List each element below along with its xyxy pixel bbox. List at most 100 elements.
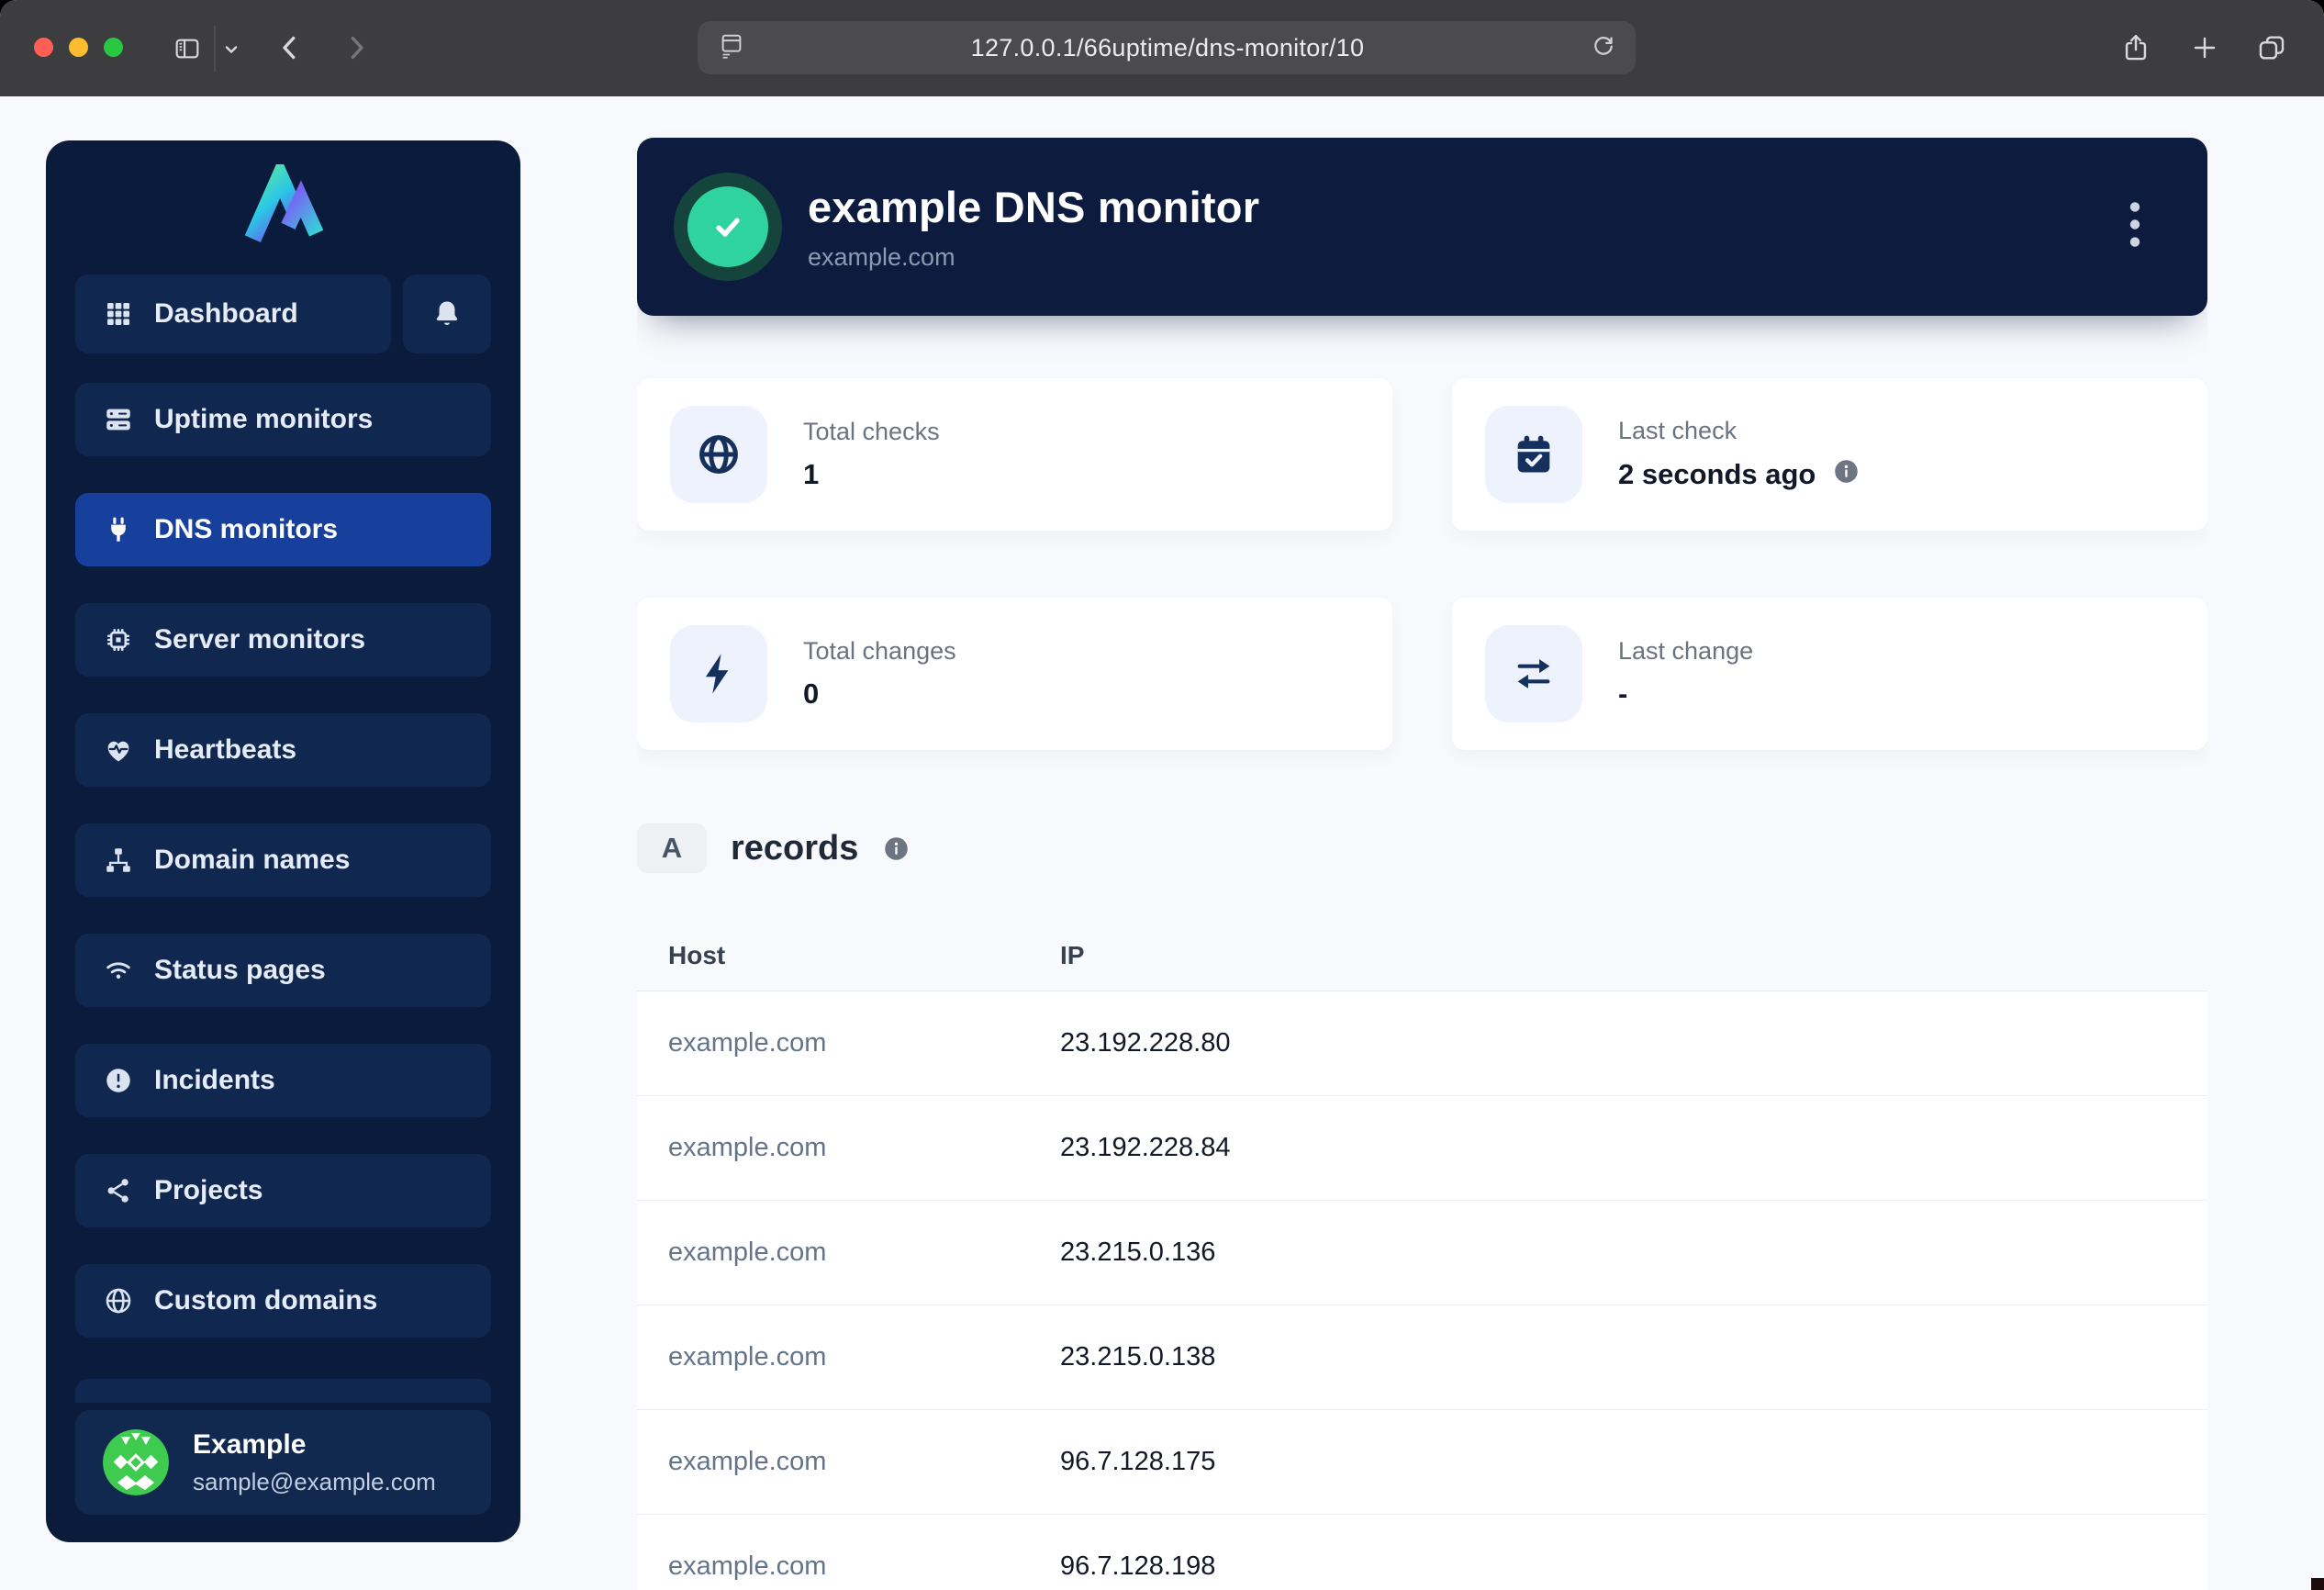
ip-cell: 23.215.0.138 — [1060, 1342, 2176, 1372]
user-name: Example — [193, 1429, 436, 1461]
table-row: example.com 23.215.0.136 — [637, 1201, 2207, 1305]
avatar — [103, 1429, 169, 1495]
minimize-window-button[interactable] — [69, 38, 88, 57]
stat-label: Last check — [1618, 417, 1860, 445]
app-page: Dashboard — [0, 96, 2324, 1590]
table-row: example.com 96.7.128.175 — [637, 1410, 2207, 1515]
sidebar-item-heartbeats[interactable]: Heartbeats — [75, 713, 491, 787]
table-row: example.com 23.192.228.84 — [637, 1096, 2207, 1201]
user-account-card[interactable]: Example sample@example.com — [75, 1410, 491, 1515]
calendar-check-icon — [1485, 406, 1582, 503]
url-text[interactable]: 127.0.0.1/66uptime/dns-monitor/10 — [745, 34, 1590, 62]
sidebar-nav: Uptime monitors DNS monitors — [75, 383, 491, 1338]
table-row: example.com 23.192.228.80 — [637, 991, 2207, 1096]
sidebar-item-label: Domain names — [154, 845, 350, 876]
host-cell: example.com — [668, 1551, 1060, 1582]
forward-button[interactable] — [340, 31, 373, 64]
toolbar-divider — [214, 26, 216, 72]
stat-card-last-change: Last change - — [1452, 598, 2207, 750]
sidebar-item-status-pages[interactable]: Status pages — [75, 934, 491, 1007]
tabs-overview-icon[interactable] — [2256, 32, 2287, 63]
monitor-domain: example.com — [808, 243, 1259, 272]
host-cell: example.com — [668, 1133, 1060, 1163]
server-stack-icon — [103, 404, 134, 435]
sidebar-item-dns-monitors[interactable]: DNS monitors — [75, 493, 491, 566]
host-cell: example.com — [668, 1237, 1060, 1268]
records-section-header: A records — [637, 823, 2207, 873]
records-table: Host IP example.com 23.192.228.80 exampl… — [637, 920, 2207, 1590]
bolt-icon — [670, 625, 767, 722]
bell-icon — [431, 298, 463, 330]
sidebar-item-partial[interactable] — [75, 1379, 491, 1403]
stat-value: - — [1618, 677, 1753, 711]
notifications-button[interactable] — [403, 274, 491, 353]
stat-card-last-check: Last check 2 seconds ago — [1452, 378, 2207, 531]
share-icon[interactable] — [2120, 32, 2151, 63]
sidebar-item-dashboard[interactable]: Dashboard — [75, 274, 391, 353]
app-logo[interactable] — [46, 164, 520, 252]
table-header-row: Host IP — [637, 920, 2207, 991]
reload-icon[interactable] — [1590, 32, 1617, 64]
info-icon[interactable] — [1832, 457, 1860, 493]
ip-cell: 23.192.228.84 — [1060, 1133, 2176, 1163]
record-type-badge: A — [637, 823, 707, 873]
wifi-icon — [103, 955, 134, 986]
user-email: sample@example.com — [193, 1468, 436, 1496]
stat-label: Total changes — [803, 637, 956, 666]
table-row: example.com 23.215.0.138 — [637, 1305, 2207, 1410]
records-title: records — [731, 829, 858, 868]
check-circle-icon — [687, 186, 768, 267]
ip-cell: 96.7.128.175 — [1060, 1447, 2176, 1477]
address-bar[interactable]: 127.0.0.1/66uptime/dns-monitor/10 — [698, 21, 1636, 74]
page-settings-icon[interactable] — [718, 32, 745, 64]
sidebar-item-label: Projects — [154, 1175, 263, 1206]
table-row: example.com 96.7.128.198 — [637, 1515, 2207, 1590]
sidebar-item-projects[interactable]: Projects — [75, 1154, 491, 1227]
ip-cell: 23.215.0.136 — [1060, 1237, 2176, 1268]
ip-cell: 96.7.128.198 — [1060, 1551, 2176, 1582]
arrows-right-left-icon — [1485, 625, 1582, 722]
chip-icon — [103, 624, 134, 655]
sidebar-item-label: DNS monitors — [154, 514, 338, 545]
sidebar-item-label: Custom domains — [154, 1285, 377, 1316]
alert-circle-icon — [103, 1065, 134, 1096]
ip-cell: 23.192.228.80 — [1060, 1028, 2176, 1058]
plug-icon — [103, 514, 134, 545]
sidebar-item-incidents[interactable]: Incidents — [75, 1044, 491, 1117]
column-header-host: Host — [668, 941, 1060, 970]
share-nodes-icon — [103, 1175, 134, 1206]
stat-card-total-checks: Total checks 1 — [637, 378, 1392, 531]
browser-toolbar: 127.0.0.1/66uptime/dns-monitor/10 — [0, 0, 2324, 96]
globe-icon — [103, 1285, 134, 1316]
sidebar-item-label: Incidents — [154, 1065, 275, 1096]
sidebar-item-server-monitors[interactable]: Server monitors — [75, 603, 491, 677]
sitemap-icon — [103, 845, 134, 876]
sidebar-item-domain-names[interactable]: Domain names — [75, 823, 491, 897]
column-header-ip: IP — [1060, 941, 2176, 970]
new-tab-icon[interactable] — [2190, 33, 2219, 62]
sidebar-item-uptime-monitors[interactable]: Uptime monitors — [75, 383, 491, 456]
stat-value: 0 — [803, 677, 956, 711]
stat-label: Last change — [1618, 637, 1753, 666]
browser-window: 127.0.0.1/66uptime/dns-monitor/10 — [0, 0, 2324, 1590]
chevron-down-icon[interactable] — [220, 39, 242, 61]
back-button[interactable] — [274, 31, 307, 64]
main-content: example DNS monitor example.com — [637, 96, 2207, 1590]
stat-value: 1 — [803, 458, 940, 491]
stat-value: 2 seconds ago — [1618, 458, 1816, 491]
host-cell: example.com — [668, 1447, 1060, 1477]
monitor-title: example DNS monitor — [808, 182, 1259, 232]
monitor-header-card: example DNS monitor example.com — [637, 138, 2207, 316]
host-cell: example.com — [668, 1342, 1060, 1372]
close-window-button[interactable] — [34, 38, 53, 57]
info-icon[interactable] — [882, 834, 911, 863]
host-cell: example.com — [668, 1028, 1060, 1058]
sidebar-item-label: Uptime monitors — [154, 404, 373, 435]
sidebar-toggle-icon[interactable] — [173, 34, 202, 63]
fullscreen-window-button[interactable] — [104, 38, 123, 57]
heart-pulse-icon — [103, 734, 134, 766]
sidebar-item-label: Dashboard — [154, 298, 298, 330]
globe-icon — [670, 406, 767, 503]
kebab-menu-button[interactable] — [2119, 192, 2151, 263]
sidebar-item-custom-domains[interactable]: Custom domains — [75, 1264, 491, 1338]
